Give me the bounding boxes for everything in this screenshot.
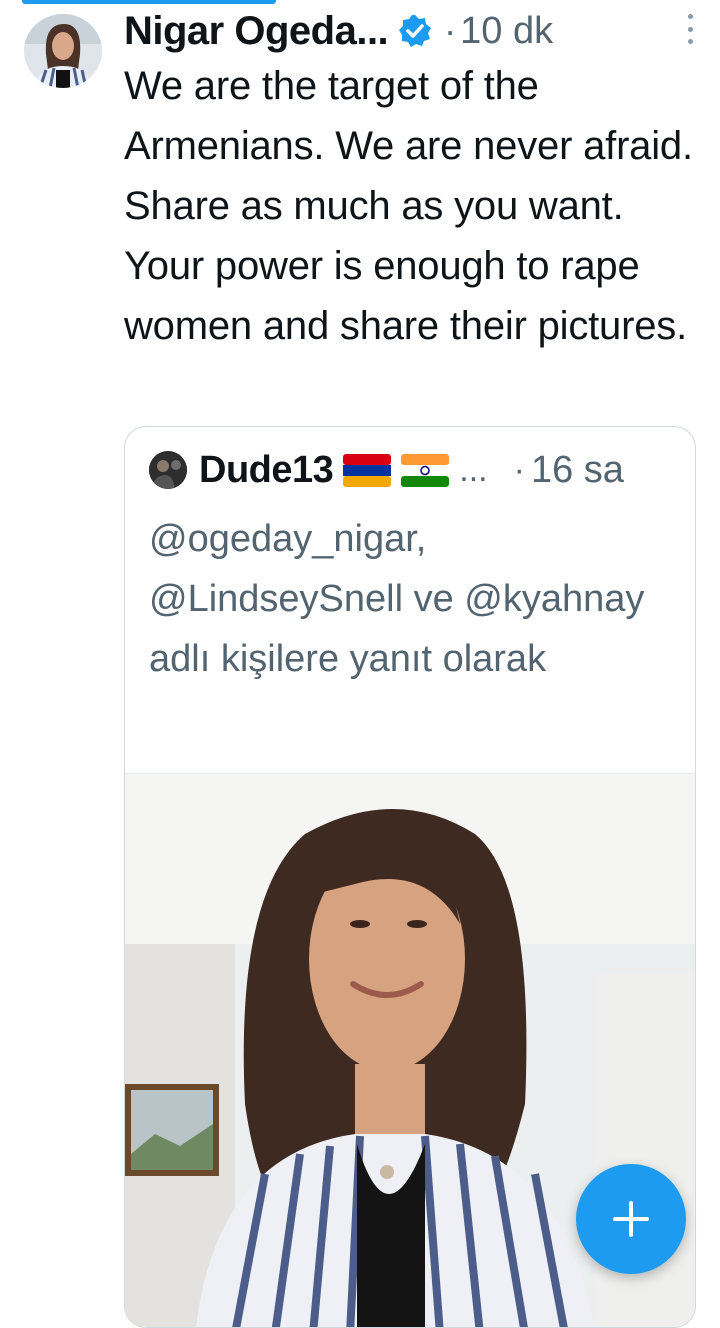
compose-button[interactable] bbox=[576, 1164, 686, 1274]
tweet-header: Nigar Ogeda... · 10 dk bbox=[124, 6, 553, 56]
author-avatar[interactable] bbox=[24, 14, 102, 88]
quoted-name-ellipsis: ... bbox=[459, 450, 488, 489]
reply-context-text: @ogeday_nigar, @LindseySnell ve @kyahnay… bbox=[149, 518, 645, 680]
loading-progress-bar bbox=[22, 0, 276, 4]
plus-icon bbox=[613, 1201, 649, 1237]
tweet-body-text: We are the target of the Armenians. We a… bbox=[124, 64, 693, 348]
header-separator: · bbox=[444, 10, 457, 51]
quoted-author-avatar[interactable] bbox=[149, 451, 187, 489]
more-vertical-icon[interactable] bbox=[686, 14, 694, 44]
india-flag-icon bbox=[401, 452, 450, 488]
quoted-tweet-header: Dude13 ... · 16 sa bbox=[199, 445, 624, 495]
author-name[interactable]: Nigar Ogeda... bbox=[124, 9, 389, 54]
quoted-header-separator: · bbox=[513, 450, 525, 489]
armenia-flag-icon bbox=[343, 452, 392, 488]
verified-badge-icon bbox=[398, 14, 432, 48]
quoted-tweet-timestamp[interactable]: 16 sa bbox=[531, 449, 624, 492]
quoted-author-name[interactable]: Dude13 bbox=[199, 449, 334, 492]
tweet-timestamp[interactable]: 10 dk bbox=[460, 10, 553, 53]
